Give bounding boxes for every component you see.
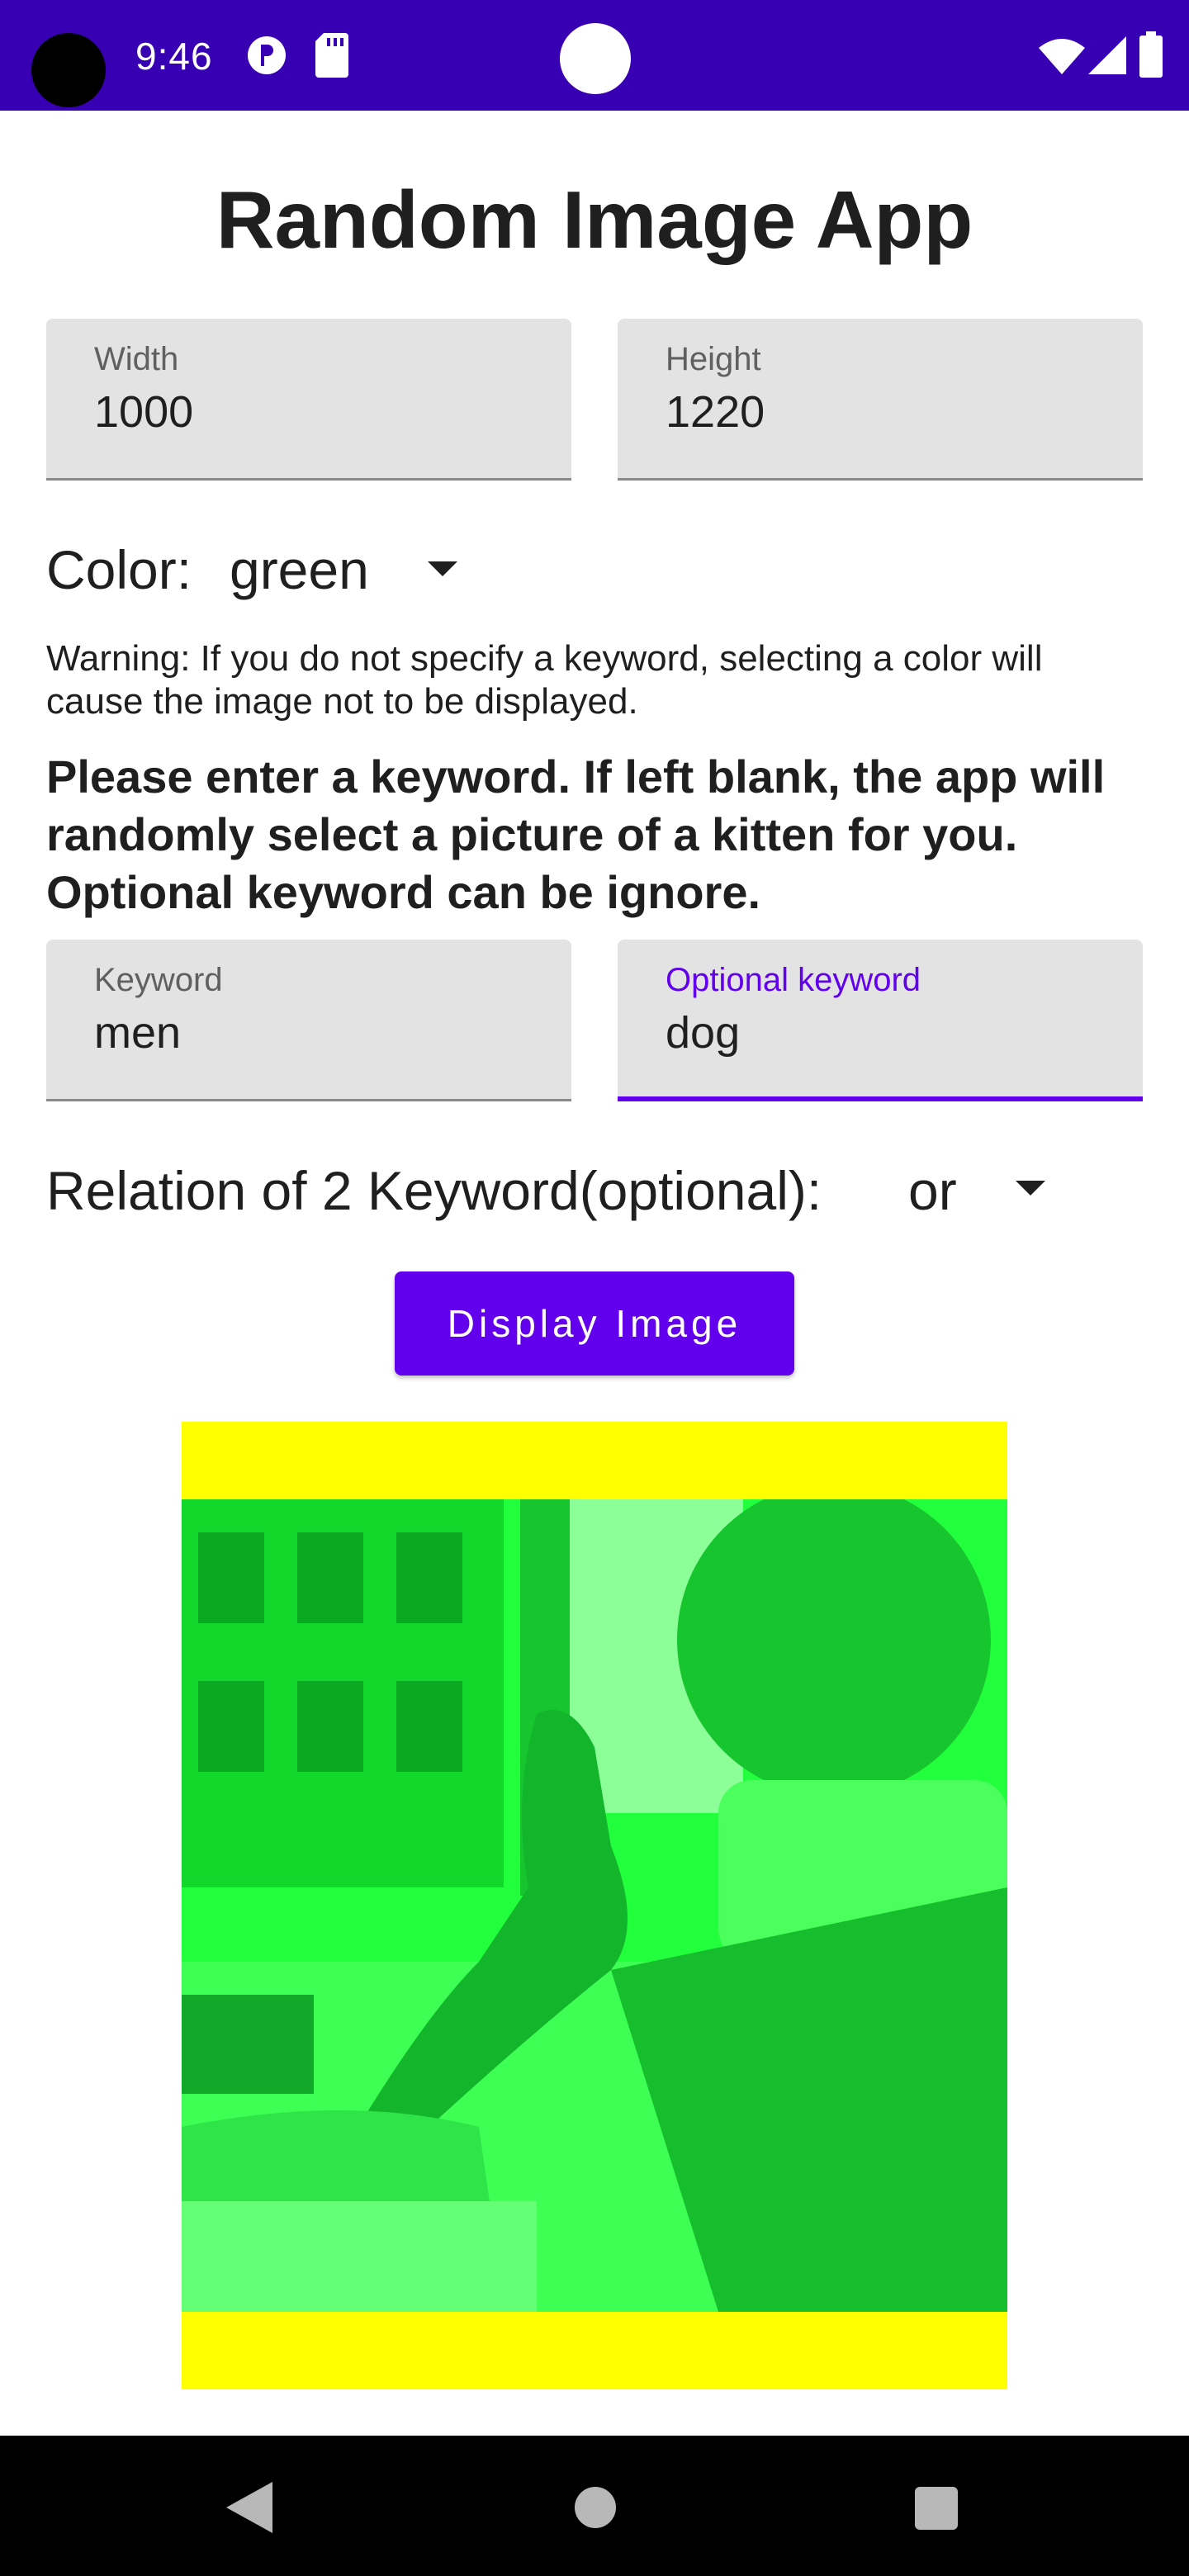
- color-dropdown-value[interactable]: green: [230, 537, 369, 603]
- width-label: Width: [94, 341, 179, 377]
- relation-dropdown-value[interactable]: or: [908, 1158, 957, 1224]
- keyword-label: Keyword: [94, 962, 223, 998]
- width-input[interactable]: 1000: [94, 385, 193, 439]
- notification-icon: [248, 36, 286, 74]
- width-field[interactable]: Width 1000: [46, 319, 571, 481]
- chevron-down-icon[interactable]: [1016, 1181, 1045, 1196]
- wifi-icon: [1039, 39, 1085, 74]
- status-time: 9:46: [135, 35, 213, 78]
- height-field[interactable]: Height 1220: [618, 319, 1143, 481]
- result-image: [182, 1422, 1007, 2389]
- sd-card-icon: [315, 33, 348, 78]
- front-camera: [560, 23, 631, 94]
- signal-icon: [1088, 36, 1126, 74]
- photo-illustration: [182, 1499, 1007, 2312]
- chevron-down-icon[interactable]: [428, 561, 457, 576]
- recents-icon[interactable]: [915, 2487, 958, 2530]
- keyword-field[interactable]: Keyword men: [46, 940, 571, 1101]
- navigation-bar: [0, 2436, 1189, 2576]
- optional-keyword-input[interactable]: dog: [666, 1006, 740, 1060]
- status-bar: 9:46: [0, 0, 1189, 111]
- tinted-photo: [182, 1499, 1007, 2312]
- color-warning: Warning: If you do not specify a keyword…: [46, 638, 1043, 722]
- relation-selector[interactable]: Relation of 2 Keyword(optional): or: [46, 1153, 1153, 1227]
- height-label: Height: [666, 341, 761, 377]
- keyword-instructions: Please enter a keyword. If left blank, t…: [46, 751, 1106, 918]
- back-icon[interactable]: [226, 2482, 272, 2533]
- color-label: Color:: [46, 539, 192, 600]
- page-title: Random Image App: [216, 174, 973, 265]
- optional-keyword-label: Optional keyword: [666, 962, 921, 998]
- relation-label: Relation of 2 Keyword(optional):: [46, 1160, 822, 1221]
- battery-icon: [1139, 31, 1163, 78]
- camera-cutout: [31, 33, 106, 107]
- optional-keyword-field[interactable]: Optional keyword dog: [618, 940, 1143, 1101]
- keyword-input[interactable]: men: [94, 1006, 181, 1060]
- display-image-button[interactable]: Display Image: [395, 1271, 794, 1376]
- height-input[interactable]: 1220: [666, 385, 765, 439]
- home-icon[interactable]: [575, 2487, 616, 2528]
